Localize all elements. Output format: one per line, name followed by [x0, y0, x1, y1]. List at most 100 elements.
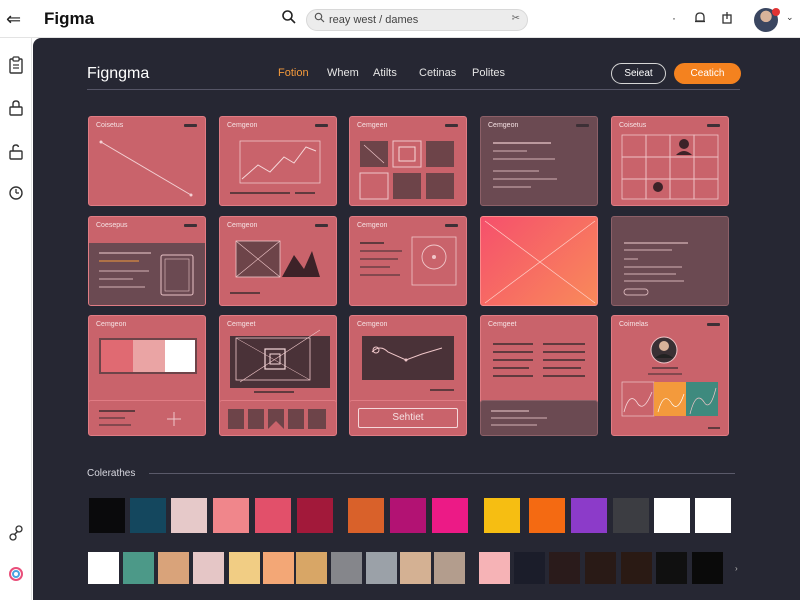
color-swatch[interactable] [130, 498, 166, 533]
primary-action-button[interactable]: Ceatich [674, 63, 741, 84]
template-card-5[interactable]: Coisetus [611, 116, 729, 206]
color-swatch[interactable] [514, 552, 545, 584]
nav-item-0[interactable]: Fotion [278, 67, 309, 79]
path-chart-graphic [362, 336, 454, 391]
nav-item-2[interactable]: Atilts [373, 67, 397, 79]
search-icon [314, 12, 325, 26]
template-card-7[interactable]: Cemgeon [219, 216, 337, 306]
line-chart-graphic [230, 140, 321, 194]
colors-divider [149, 473, 735, 474]
color-swatch[interactable] [400, 552, 431, 584]
left-sidebar [0, 38, 32, 600]
image-placeholder-graphic [230, 240, 320, 294]
color-swatch[interactable] [432, 498, 468, 533]
color-swatch[interactable] [88, 552, 119, 584]
color-swatch[interactable] [571, 498, 607, 533]
notification-badge [772, 8, 780, 16]
color-swatch[interactable] [621, 552, 652, 584]
search-box[interactable]: ✂ [306, 9, 528, 31]
color-swatch[interactable] [613, 498, 649, 533]
squares-graphic [228, 409, 326, 429]
color-swatch[interactable] [296, 552, 327, 584]
select-button[interactable]: Seieat [611, 63, 666, 84]
back-arrow-icon[interactable]: ⇐ [6, 9, 21, 30]
bottom-card-lines[interactable] [480, 400, 598, 436]
colors-section-label: Colerathes [87, 468, 136, 479]
share-icon[interactable] [721, 11, 733, 27]
figure-grid-graphic [621, 134, 719, 200]
color-swatch[interactable] [193, 552, 224, 584]
profile-graphic [621, 336, 720, 429]
template-card-2[interactable]: Cemgeon [219, 116, 337, 206]
diagonal-line-graphic [99, 140, 193, 197]
cross-placeholder-graphic [484, 220, 596, 304]
bottom-card-squares[interactable] [219, 400, 337, 436]
bell-icon[interactable] [694, 11, 706, 27]
color-swatch[interactable] [484, 498, 520, 533]
color-swatch[interactable] [263, 552, 294, 584]
template-card-10[interactable] [611, 216, 729, 306]
plus-graphic [99, 410, 181, 426]
clipboard-icon[interactable] [6, 56, 26, 76]
figma-logo-icon[interactable] [6, 566, 26, 586]
bottom-card-button[interactable]: Sehtiet [349, 400, 467, 436]
design-canvas: Figngma Fotion Whem Atilts Cetinas Polit… [33, 38, 800, 600]
form-lines-graphic [623, 242, 688, 296]
sketch-frame-graphic [99, 252, 194, 296]
canvas-brand: Figngma [87, 65, 150, 82]
color-swatch[interactable] [434, 552, 465, 584]
chevron-down-icon[interactable]: ⌄ [786, 12, 794, 23]
color-swatch[interactable] [171, 498, 207, 533]
template-card-14[interactable]: Cemgeet [480, 315, 598, 405]
template-card-15[interactable]: Coimelas [611, 315, 729, 436]
template-card-12[interactable]: Cemgeet [219, 315, 337, 405]
search-icon[interactable] [281, 9, 297, 30]
sample-button[interactable]: Sehtiet [358, 408, 458, 428]
template-card-13[interactable]: Cemgeon [349, 315, 467, 405]
color-swatch[interactable] [656, 552, 687, 584]
frame-icon-graphic [230, 329, 330, 393]
link-icon[interactable] [6, 525, 26, 545]
color-swatch[interactable] [213, 498, 249, 533]
color-swatch[interactable] [549, 552, 580, 584]
color-swatch[interactable] [229, 552, 260, 584]
color-swatch[interactable] [348, 498, 384, 533]
template-card-8[interactable]: Cemgeon [349, 216, 467, 306]
template-card-6[interactable]: Coesepus [88, 216, 206, 306]
color-swatch[interactable] [297, 498, 333, 533]
color-swatch[interactable] [158, 552, 189, 584]
search-input[interactable] [329, 12, 509, 28]
nav-item-1[interactable]: Whem [327, 67, 359, 79]
header-divider [87, 89, 740, 90]
color-swatch[interactable] [654, 498, 690, 533]
color-swatch[interactable] [479, 552, 510, 584]
more-swatches-icon[interactable]: › [735, 564, 738, 573]
template-card-4[interactable]: Cemgeon [480, 116, 598, 206]
bottom-card-plus[interactable] [88, 400, 206, 436]
unlock-icon[interactable] [6, 143, 26, 163]
app-title: Figma [44, 9, 95, 28]
color-swatch[interactable] [331, 552, 362, 584]
color-swatch[interactable] [692, 552, 723, 584]
clock-icon[interactable] [6, 185, 26, 205]
color-swatch[interactable] [89, 498, 125, 533]
columns-graphic [493, 343, 585, 377]
dot-icon[interactable]: · [672, 11, 676, 25]
nav-item-3[interactable]: Cetinas [419, 67, 456, 79]
color-swatch[interactable] [529, 498, 565, 533]
color-swatch[interactable] [255, 498, 291, 533]
template-card-3[interactable]: Cemgeen [349, 116, 467, 206]
template-card-9[interactable] [480, 216, 598, 306]
lines-graphic [491, 410, 547, 426]
template-card-1[interactable]: Coisetus [88, 116, 206, 206]
color-swatch[interactable] [123, 552, 154, 584]
clear-search-icon[interactable]: ✂ [512, 13, 520, 24]
top-bar: ⇐ Figma ✂ · ⌄ [0, 0, 800, 38]
nav-item-4[interactable]: Polites [472, 67, 505, 79]
color-swatch[interactable] [390, 498, 426, 533]
template-card-11[interactable]: Cemgeon [88, 315, 206, 405]
color-swatch[interactable] [366, 552, 397, 584]
lock-icon[interactable] [6, 99, 26, 119]
color-swatch[interactable] [695, 498, 731, 533]
color-swatch[interactable] [585, 552, 616, 584]
